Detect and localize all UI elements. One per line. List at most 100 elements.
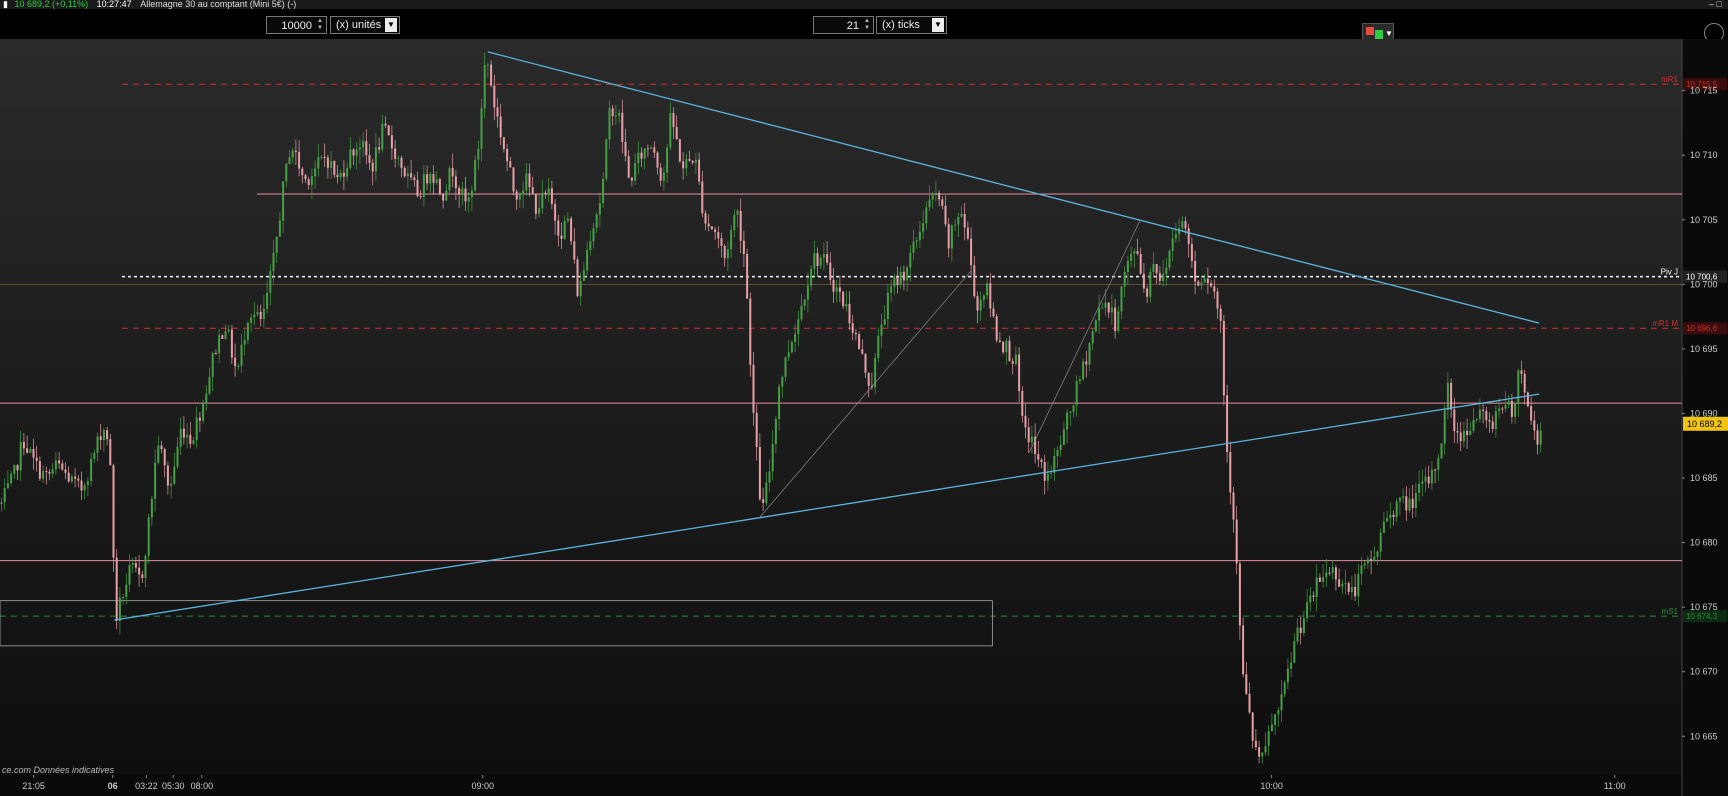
- candle-body: [1178, 228, 1181, 235]
- candle-body: [150, 498, 153, 518]
- candle-body: [451, 167, 454, 177]
- candle-body: [1392, 514, 1395, 518]
- candle-body: [349, 149, 352, 169]
- candle-body: [1040, 459, 1043, 463]
- candle-body: [1498, 408, 1501, 412]
- candle-body: [1222, 320, 1225, 396]
- candle-body: [195, 417, 198, 441]
- candle-body: [314, 168, 317, 177]
- candle-body: [125, 584, 128, 598]
- candle-body: [253, 314, 256, 318]
- window-controls[interactable]: – □: [1709, 0, 1722, 9]
- candle-body: [288, 157, 291, 164]
- candle-body: [698, 159, 701, 182]
- header-price: 10 689,2 (+0,11%): [14, 0, 89, 9]
- candle-body: [394, 148, 397, 159]
- y-tick-label: 10 705: [1690, 215, 1718, 225]
- candle-body: [1216, 291, 1219, 309]
- candle-body: [378, 147, 381, 150]
- candle-body: [6, 483, 9, 489]
- candle-body: [61, 463, 64, 470]
- candle-body: [278, 220, 281, 237]
- candle-body: [867, 372, 870, 386]
- candle-body: [134, 563, 137, 568]
- candle-body: [1072, 405, 1075, 412]
- candle-body: [653, 147, 656, 153]
- candle-body: [336, 174, 339, 178]
- candle-body: [534, 194, 537, 214]
- candle-body: [1248, 693, 1251, 713]
- candle-body: [333, 160, 336, 175]
- candle-body: [1462, 430, 1465, 442]
- quantity-stepper[interactable]: 10000 ▲ ▼: [266, 16, 327, 34]
- candle-body: [227, 329, 230, 332]
- candle-body: [1466, 430, 1469, 435]
- y-tick-label: 10 675: [1690, 602, 1718, 612]
- candle-body: [854, 332, 857, 335]
- candle-body: [1437, 458, 1440, 470]
- candle-body: [32, 449, 35, 458]
- candle-body: [461, 188, 464, 195]
- candle-body: [851, 323, 854, 333]
- stepper-arrows-icon[interactable]: ▲ ▼: [862, 18, 872, 32]
- candle-body: [906, 267, 909, 281]
- candle-body: [1286, 668, 1289, 683]
- candle-body: [189, 434, 192, 444]
- candle-body: [419, 196, 422, 198]
- stepper-arrows-icon[interactable]: ▲ ▼: [315, 18, 325, 32]
- candle-body: [598, 203, 601, 215]
- candle-body: [1533, 420, 1536, 431]
- candle-body: [624, 141, 627, 157]
- candle-body: [1293, 641, 1296, 663]
- price-chart[interactable]: mR110 715,5Piv J10 700,6mR1 M10 696,6mS1…: [0, 39, 1728, 796]
- candle-body: [51, 469, 54, 474]
- candle-body: [1283, 682, 1286, 695]
- candle-body: [1450, 382, 1453, 410]
- candle-body: [1357, 574, 1360, 597]
- candle-body: [330, 160, 333, 168]
- chevron-down-icon[interactable]: ▼: [932, 18, 944, 32]
- candle-body: [1520, 370, 1523, 374]
- candle-body: [1514, 402, 1517, 417]
- x-tick-label: 08:00: [191, 781, 214, 791]
- candle-body: [861, 349, 864, 354]
- candle-body: [1354, 586, 1357, 597]
- candle-body: [410, 173, 413, 178]
- ticks-value: 21: [846, 20, 859, 32]
- candle-body: [266, 292, 269, 309]
- candle-body: [1504, 404, 1507, 409]
- ticks-unit-select[interactable]: (x) ticks ▼: [876, 16, 947, 34]
- candle-body: [1306, 602, 1309, 619]
- candle-body: [781, 376, 784, 387]
- watermark: ce.com Données indicatives: [2, 765, 115, 775]
- candle-body: [1331, 567, 1334, 574]
- candle-body: [384, 123, 387, 126]
- candle-body: [275, 236, 278, 253]
- candle-body: [678, 139, 681, 162]
- candle-body: [464, 188, 467, 202]
- candle-body: [538, 208, 541, 214]
- candle-body: [957, 216, 960, 225]
- candle-body: [512, 167, 515, 192]
- chart-tool-icon: [1375, 30, 1383, 39]
- ticks-stepper[interactable]: 21 ▲ ▼: [813, 16, 874, 34]
- chevron-down-icon[interactable]: ▼: [385, 18, 397, 32]
- candle-body: [307, 179, 310, 186]
- candle-body: [589, 241, 592, 250]
- candle-body: [1043, 462, 1046, 481]
- candle-body: [643, 148, 646, 159]
- candle-body: [198, 417, 201, 421]
- candle-body: [826, 254, 829, 263]
- candle-body: [1171, 238, 1174, 251]
- candle-body: [1536, 430, 1539, 445]
- candle-body: [1264, 745, 1267, 753]
- candle-body: [38, 461, 41, 479]
- quantity-unit-select[interactable]: (x) unités ▼: [330, 16, 400, 34]
- candle-body: [656, 152, 659, 168]
- candle-body: [810, 268, 813, 286]
- candle-body: [122, 597, 125, 599]
- candle-body: [1162, 273, 1165, 281]
- candle-body: [400, 157, 403, 168]
- candle-body: [339, 172, 342, 178]
- candle-body: [774, 418, 777, 444]
